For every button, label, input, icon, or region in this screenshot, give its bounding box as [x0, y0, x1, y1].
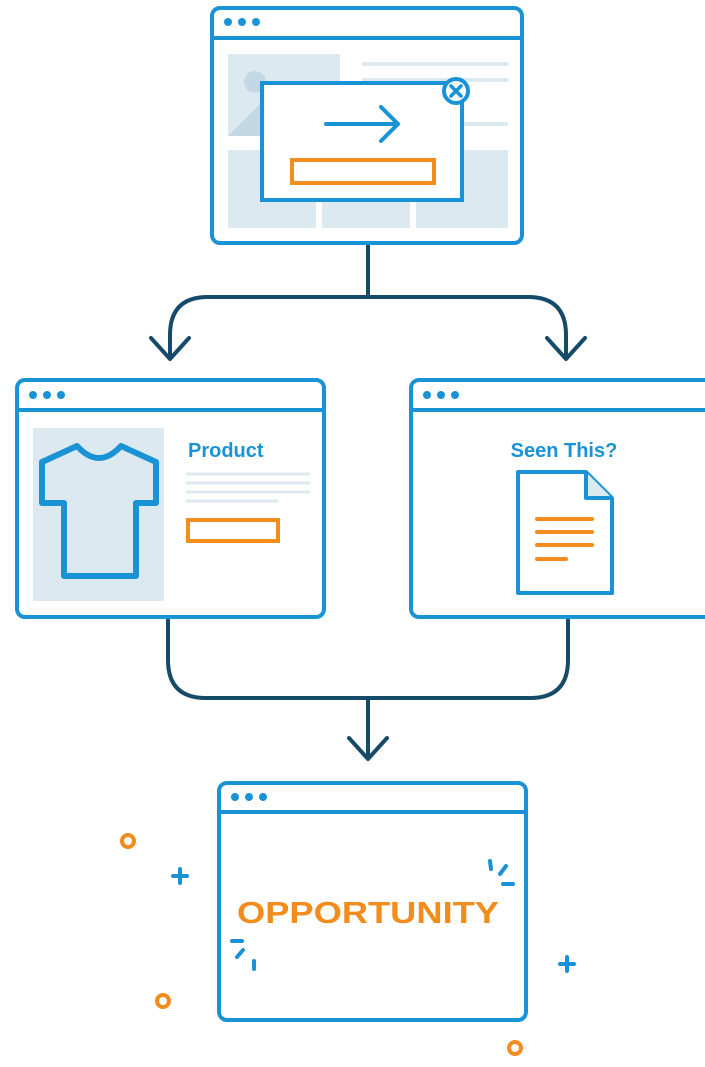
- window-dots: [29, 391, 65, 399]
- popup-cta-button[interactable]: [290, 158, 436, 185]
- plus-icon: [171, 867, 189, 885]
- seen-this-browser-window: Seen This?: [409, 378, 705, 619]
- funnel-diagram: Product Seen This? OPPORTUNITY: [15, 6, 705, 1056]
- window-dots: [423, 391, 459, 399]
- opportunity-browser-window: OPPORTUNITY: [217, 781, 528, 1022]
- circle-icon: [155, 993, 171, 1009]
- seen-this-label: Seen This?: [511, 440, 618, 462]
- window-dots: [224, 18, 260, 26]
- add-to-cart-button[interactable]: [186, 518, 280, 543]
- plus-icon: [558, 955, 576, 973]
- window-dots: [231, 793, 267, 801]
- merge-connector: [166, 618, 570, 760]
- split-connector: [168, 244, 568, 359]
- opportunity-label: OPPORTUNITY: [237, 895, 499, 930]
- circle-icon: [120, 833, 136, 849]
- document-icon: [516, 470, 614, 595]
- close-icon[interactable]: [442, 77, 470, 105]
- popup-browser-window: [210, 6, 524, 245]
- circle-icon: [507, 1040, 523, 1056]
- product-label: Product: [188, 440, 264, 462]
- product-browser-window: Product: [15, 378, 326, 619]
